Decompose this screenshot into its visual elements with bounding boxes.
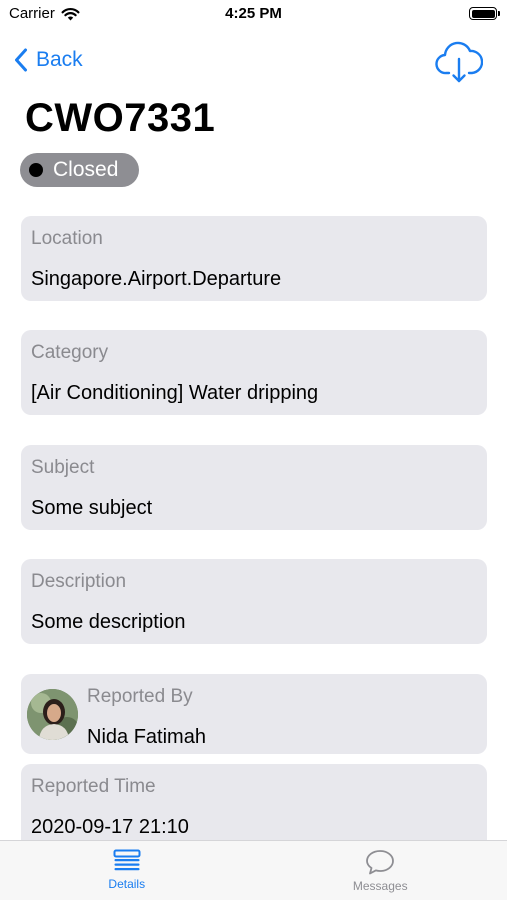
chat-bubble-icon (366, 850, 395, 875)
subject-label: Subject (31, 457, 95, 478)
cloud-download-icon (435, 41, 484, 83)
back-button[interactable]: Back (14, 48, 83, 72)
status-bar: Carrier 4:25 PM (0, 0, 507, 30)
location-label: Location (31, 228, 103, 249)
reported-by-value: Nida Fatimah (87, 726, 206, 748)
location-value: Singapore.Airport.Departure (31, 268, 282, 290)
battery-icon (469, 7, 500, 20)
tab-details-label: Details (108, 877, 146, 891)
chevron-left-icon (15, 48, 27, 72)
avatar (27, 689, 78, 740)
description-card: Description Some description (21, 559, 487, 644)
category-card: Category [Air Conditioning] Water drippi… (21, 330, 487, 415)
description-label: Description (31, 571, 127, 592)
reported-time-label: Reported Time (31, 776, 156, 797)
tab-details[interactable]: Details (0, 841, 254, 900)
status-dot-icon (29, 163, 43, 177)
back-label: Back (36, 48, 83, 71)
reported-by-card: Reported By Nida Fatimah (21, 674, 487, 754)
subject-card: Subject Some subject (21, 445, 487, 530)
description-value: Some description (31, 611, 186, 633)
list-icon (113, 849, 141, 871)
tab-bar: Details Messages (0, 840, 507, 900)
clock: 4:25 PM (225, 5, 282, 22)
category-value: [Air Conditioning] Water dripping (31, 382, 319, 404)
reported-by-label: Reported By (87, 686, 193, 707)
page-title: CWO7331 (25, 96, 216, 140)
tab-messages-label: Messages (352, 879, 408, 893)
reported-time-value: 2020-09-17 21:10 (31, 816, 189, 838)
location-card: Location Singapore.Airport.Departure (21, 216, 487, 301)
status-badge: Closed (20, 153, 139, 187)
category-label: Category (31, 342, 109, 363)
subject-value: Some subject (31, 497, 153, 519)
tab-messages[interactable]: Messages (254, 841, 507, 900)
status-label: Closed (53, 158, 119, 181)
screen: Carrier 4:25 PM Back CWO7331 Closed Loca… (0, 0, 507, 900)
cloud-download-button[interactable] (435, 40, 484, 84)
